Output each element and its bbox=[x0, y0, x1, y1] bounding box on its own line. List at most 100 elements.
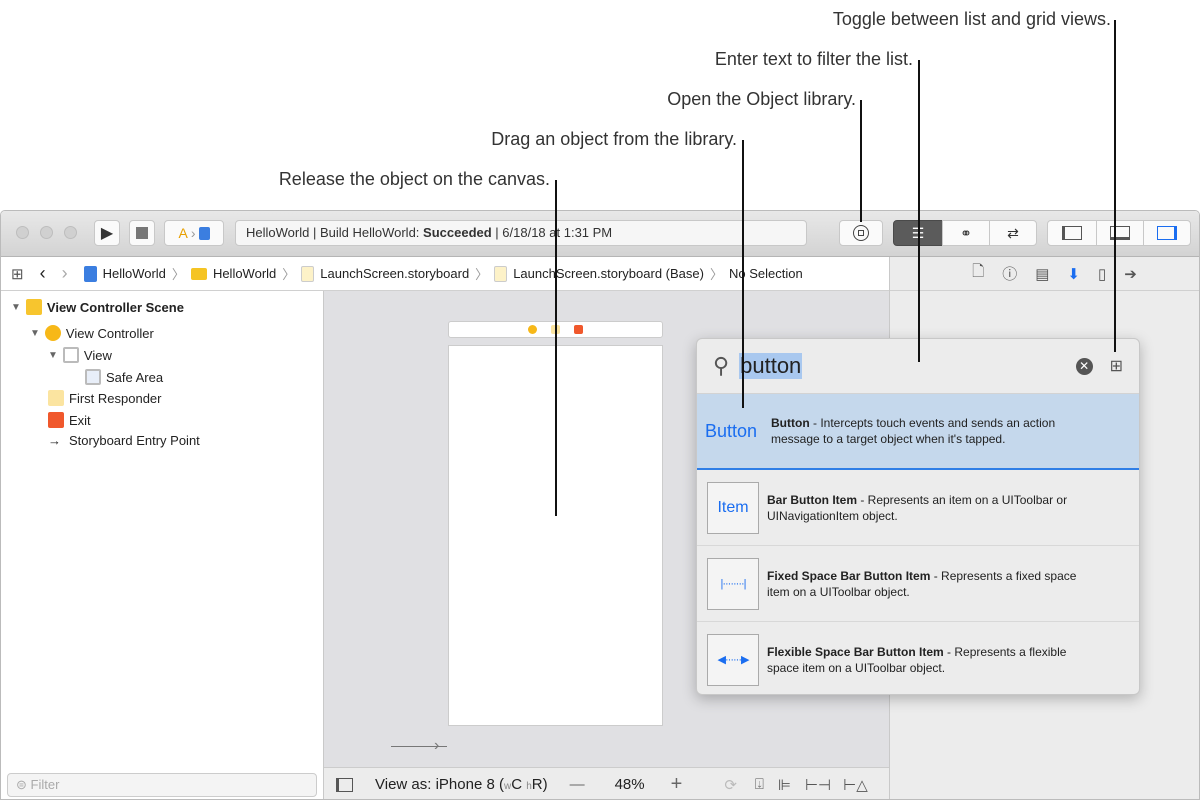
circles-icon: ⚭ bbox=[960, 224, 972, 241]
dock-exit-icon bbox=[574, 325, 583, 334]
view-controller-icon bbox=[44, 325, 61, 341]
stop-icon bbox=[136, 227, 148, 239]
jump-item-folder[interactable]: HelloWorld bbox=[213, 266, 276, 281]
scene-label: View Controller Scene bbox=[46, 299, 184, 315]
zoom-in-button[interactable]: + bbox=[671, 773, 683, 796]
project-icon bbox=[83, 265, 97, 282]
entry-point-label: Storyboard Entry Point bbox=[69, 433, 200, 448]
bar-button-thumbnail: Item bbox=[707, 481, 759, 534]
toggle-debug-button[interactable] bbox=[1096, 220, 1144, 246]
object-library-button[interactable] bbox=[839, 220, 883, 246]
item-name: Button bbox=[771, 416, 810, 430]
button-thumbnail: Button bbox=[705, 421, 758, 441]
jump-item-project[interactable]: HelloWorld bbox=[103, 266, 166, 281]
zoom-window-button[interactable] bbox=[64, 226, 77, 239]
outline-entry-point[interactable]: → Storyboard Entry Point bbox=[48, 433, 200, 448]
scheme-selector[interactable]: A › bbox=[164, 220, 224, 246]
related-items-icon[interactable]: ⊞ bbox=[11, 265, 24, 283]
callout-filter: Enter text to filter the list. bbox=[714, 49, 913, 69]
first-responder-label: First Responder bbox=[69, 390, 162, 406]
dock-vc-icon bbox=[528, 325, 537, 334]
callout-line-release bbox=[555, 180, 557, 516]
jump-item-storyboard-base[interactable]: LaunchScreen.storyboard (Base) bbox=[513, 266, 704, 281]
file-inspector-icon[interactable]: 🗋 bbox=[972, 261, 984, 286]
assistant-editor-button[interactable]: ⚭ bbox=[942, 220, 990, 246]
document-outline: ▼ View Controller Scene ▼ View Controller … bbox=[1, 291, 324, 799]
item-name: Bar Button Item bbox=[767, 492, 857, 507]
library-item-flexible-space[interactable]: ◀······▶ Flexible Space Bar Button Item … bbox=[697, 622, 1139, 694]
pin-icon[interactable]: ⊢⊣ bbox=[805, 776, 831, 794]
status-text: HelloWorld | Build HelloWorld: bbox=[246, 225, 424, 240]
outline-scene[interactable]: ▼ View Controller Scene bbox=[11, 299, 184, 315]
identity-inspector-icon[interactable]: ▤ bbox=[1035, 265, 1049, 283]
filter-icon: ⊜ bbox=[16, 777, 31, 792]
resolve-icon[interactable]: ⊢△ bbox=[843, 776, 868, 794]
grid-view-toggle-icon[interactable]: ⊞ bbox=[1110, 356, 1123, 376]
library-item-fixed-space[interactable]: |········| Fixed Space Bar Button Item -… bbox=[697, 546, 1139, 622]
callout-line-drag bbox=[742, 140, 744, 408]
run-button[interactable]: ▶ bbox=[94, 220, 120, 246]
jump-item-storyboard[interactable]: LaunchScreen.storyboard bbox=[320, 266, 469, 281]
device-icon bbox=[198, 226, 210, 240]
view-label: View bbox=[83, 347, 112, 363]
align-icon[interactable]: ⊫ bbox=[778, 776, 791, 794]
storyboard-base-icon bbox=[494, 265, 508, 282]
view-as-button[interactable]: View as: iPhone 8 (wC hR) bbox=[375, 776, 548, 793]
minimize-window-button[interactable] bbox=[40, 226, 53, 239]
jump-item-selection[interactable]: No Selection bbox=[729, 266, 803, 281]
folder-icon bbox=[190, 267, 207, 280]
library-item-bar-button[interactable]: Item Bar Button Item - Represents an ite… bbox=[697, 470, 1139, 546]
close-window-button[interactable] bbox=[16, 226, 29, 239]
callout-drag: Drag an object from the library. bbox=[491, 129, 737, 149]
activity-status: HelloWorld | Build HelloWorld: Succeeded… bbox=[235, 220, 807, 246]
left-panel-icon bbox=[1062, 226, 1082, 240]
callout-line-toggle bbox=[1114, 20, 1116, 352]
status-time: | 6/18/18 at 1:31 PM bbox=[491, 225, 613, 240]
callout-release: Release the object on the canvas. bbox=[278, 169, 550, 189]
library-item-button[interactable]: Button Button - Intercepts touch events … bbox=[697, 394, 1139, 470]
bottom-panel-icon bbox=[1110, 226, 1130, 240]
entry-arrow-head-icon: › bbox=[434, 737, 440, 754]
callout-toggle: Toggle between list and grid views. bbox=[832, 9, 1111, 29]
back-button[interactable]: ‹ bbox=[40, 263, 46, 284]
clear-search-icon[interactable]: ✕ bbox=[1075, 357, 1093, 375]
toggle-inspector-button[interactable] bbox=[1143, 220, 1191, 246]
refresh-icon[interactable]: ⟳ bbox=[724, 776, 737, 794]
outline-first-responder[interactable]: First Responder bbox=[48, 390, 161, 406]
vc-label: View Controller bbox=[65, 325, 154, 341]
outline-exit[interactable]: Exit bbox=[48, 412, 91, 428]
toggle-navigator-button[interactable] bbox=[1047, 220, 1097, 246]
outline-view[interactable]: ▼ View bbox=[48, 347, 112, 363]
exit-label: Exit bbox=[69, 412, 91, 428]
connections-inspector-icon[interactable]: ➔ bbox=[1124, 265, 1137, 283]
outline-safe-area[interactable]: Safe Area bbox=[85, 369, 163, 385]
stop-button[interactable] bbox=[129, 220, 155, 246]
storyboard-icon bbox=[301, 265, 315, 282]
callout-line-filter bbox=[918, 60, 920, 362]
library-icon bbox=[853, 225, 869, 241]
outline-view-controller[interactable]: ▼ View Controller bbox=[30, 325, 154, 341]
zoom-out-button[interactable]: — bbox=[570, 776, 585, 793]
scene-icon bbox=[25, 299, 42, 315]
right-panel-icon bbox=[1157, 226, 1177, 240]
item-name: Flexible Space Bar Button Item bbox=[767, 645, 944, 659]
cube-icon bbox=[48, 390, 64, 406]
attributes-inspector-icon[interactable]: ⬇ bbox=[1067, 265, 1080, 283]
size-inspector-icon[interactable]: ▯ bbox=[1098, 265, 1106, 283]
version-editor-button[interactable]: ⇄ bbox=[989, 220, 1037, 246]
outline-toggle-icon[interactable] bbox=[336, 777, 353, 792]
embed-icon[interactable]: ⍗ bbox=[755, 776, 764, 793]
forward-button[interactable]: › bbox=[62, 263, 68, 284]
view-icon bbox=[62, 347, 79, 363]
app-icon: A bbox=[178, 225, 188, 241]
canvas-bottom-bar: View as: iPhone 8 (wC hR) — 48% + ⟳ ⍗ ⊫ … bbox=[324, 767, 889, 799]
search-icon: ⚲ bbox=[713, 353, 730, 378]
toolbar: ▶ A › HelloWorld | Build HelloWorld: Succ… bbox=[1, 211, 1199, 257]
library-search-input[interactable]: button bbox=[739, 353, 803, 379]
help-inspector-icon[interactable]: ⓘ bbox=[1002, 263, 1017, 284]
arrows-icon: ⇄ bbox=[1007, 224, 1019, 241]
filter-input[interactable]: ⊜ Filter bbox=[7, 773, 317, 797]
arrow-right-icon: → bbox=[48, 433, 61, 448]
filter-placeholder: Filter bbox=[30, 777, 60, 792]
fixed-space-icon: |········| bbox=[707, 557, 759, 610]
